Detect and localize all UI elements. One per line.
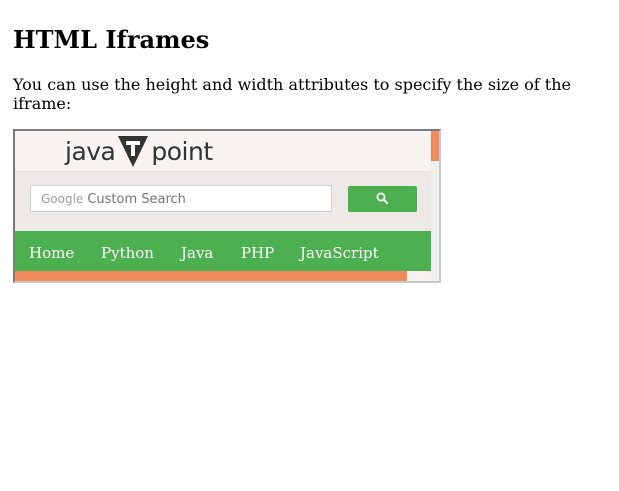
- search-icon: [376, 190, 389, 209]
- logo-t-icon: [118, 134, 149, 168]
- nav-item-home[interactable]: Home: [29, 231, 74, 275]
- logo-text-point: point: [151, 136, 213, 166]
- iframe-scrollbar[interactable]: [431, 131, 439, 281]
- google-label: Google: [41, 192, 84, 206]
- site-logo[interactable]: java point: [65, 133, 213, 169]
- nav-item-php[interactable]: PHP: [241, 231, 274, 275]
- search-button[interactable]: [348, 186, 417, 212]
- scrollbar-thumb[interactable]: [431, 131, 439, 161]
- site-nav: Home Python Java PHP JavaScript: [15, 231, 431, 271]
- nav-item-python[interactable]: Python: [101, 231, 154, 275]
- page-heading: HTML Iframes: [13, 25, 210, 54]
- search-placeholder: Custom Search: [87, 192, 186, 207]
- search-input[interactable]: Google Custom Search: [30, 185, 332, 212]
- iframe-embed[interactable]: java point Google Custom Search Home Pyt…: [13, 129, 441, 283]
- iframe-content: java point Google Custom Search Home Pyt…: [15, 131, 431, 281]
- accent-bar: [15, 271, 407, 281]
- logo-text-java: java: [65, 136, 116, 166]
- description-text: You can use the height and width attribu…: [13, 75, 571, 113]
- nav-item-java[interactable]: Java: [181, 231, 213, 275]
- nav-item-javascript[interactable]: JavaScript: [300, 231, 379, 275]
